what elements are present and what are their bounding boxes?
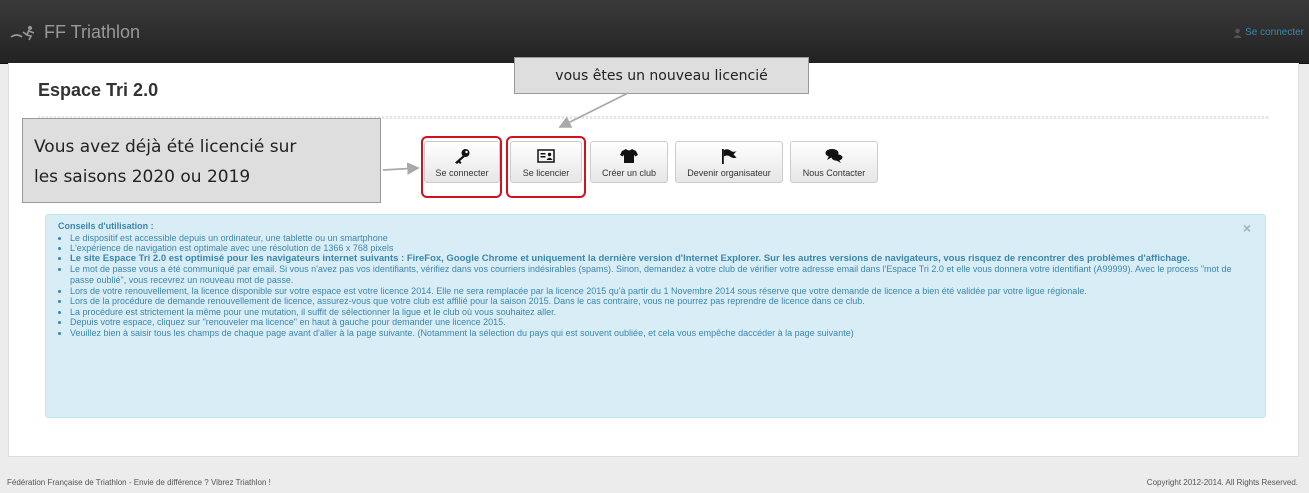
become-organizer-button[interactable]: Devenir organisateur: [675, 141, 783, 183]
usage-tips-alert: × Conseils d'utilisation : Le dispositif…: [45, 214, 1266, 418]
create-club-button-label: Créer un club: [601, 168, 657, 178]
list-item: La procédure est strictement la même pou…: [70, 307, 1255, 318]
flag-icon: [722, 149, 737, 164]
footer-tagline: Fédération Française de Triathlon - Envi…: [7, 478, 271, 487]
chat-icon: [825, 149, 843, 163]
tshirt-icon: [620, 149, 638, 163]
create-club-button[interactable]: Créer un club: [590, 141, 668, 183]
list-item: Le site Espace Tri 2.0 est optimisé pour…: [70, 253, 1255, 265]
list-item: Le mot de passe vous a été communiqué pa…: [70, 264, 1255, 285]
list-item: Lors de la procédure de demande renouvel…: [70, 296, 1255, 307]
become-organizer-button-label: Devenir organisateur: [687, 168, 771, 178]
arrow-to-register: [558, 92, 629, 128]
login-highlight: [421, 136, 502, 198]
close-icon[interactable]: ×: [1243, 221, 1251, 234]
contact-button[interactable]: Nous Contacter: [790, 141, 878, 183]
contact-button-label: Nous Contacter: [802, 168, 866, 178]
tips-list: Le dispositif est accessible depuis un o…: [58, 233, 1255, 339]
list-item: Le dispositif est accessible depuis un o…: [70, 233, 1255, 244]
arrow-to-login: [382, 162, 420, 175]
list-item: Veuillez bien à saisir tous les champs d…: [70, 328, 1255, 339]
tips-title: Conseils d'utilisation :: [58, 221, 154, 231]
register-highlight: [506, 136, 586, 198]
footer-copyright: Copyright 2012-2014. All Rights Reserved…: [1146, 478, 1298, 487]
list-item: Depuis votre espace, cliquez sur "renouv…: [70, 317, 1255, 328]
list-item: Lors de votre renouvellement, la licence…: [70, 286, 1255, 297]
